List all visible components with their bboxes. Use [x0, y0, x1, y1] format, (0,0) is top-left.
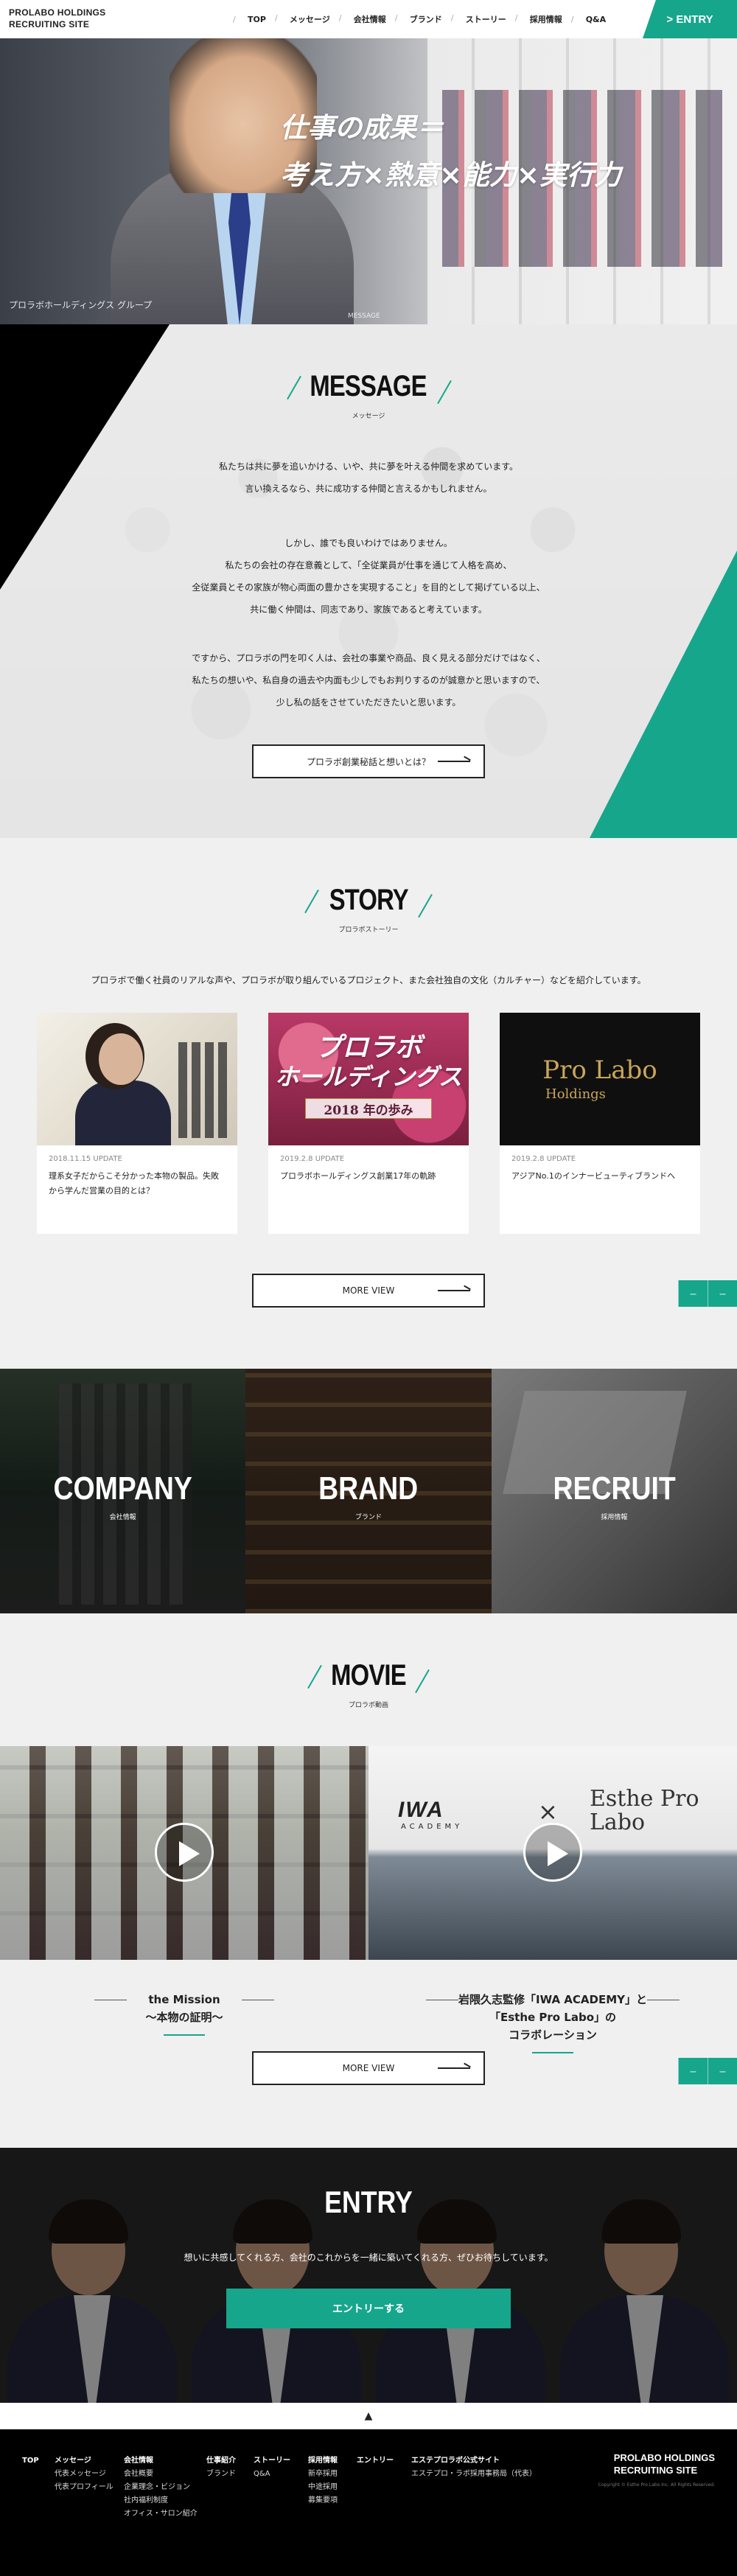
- tile-company[interactable]: COMPANY 会社情報: [0, 1369, 246, 1613]
- message-paragraph-2: しかし、誰でも良いわけではありません。 私たちの会社の存在意義として、「全従業員…: [192, 538, 545, 615]
- side-tab-left-icon[interactable]: ー: [678, 1280, 708, 1307]
- play-icon[interactable]: [155, 1823, 214, 1882]
- footer-col-external: エステプロラボ公式サイト エステプロ・ラボ採用事務局（代表）: [411, 2457, 537, 2478]
- story-card-date: 2018.11.15 UPDATE: [49, 1155, 122, 1163]
- hero-small-label: MESSAGE: [348, 313, 380, 320]
- hero-catch-line2: 考え方×熱意×能力×実行力: [280, 159, 622, 191]
- footer-col-story: ストーリー Q&A: [254, 2457, 290, 2478]
- message-more-button[interactable]: プロラボ創業秘話と想いとは？: [252, 744, 485, 778]
- story-title: STORY: [0, 884, 737, 918]
- side-tab-left-icon[interactable]: ー: [678, 2058, 708, 2084]
- nav-qa[interactable]: Q&A: [571, 15, 618, 24]
- header-entry-button[interactable]: > ENTRY: [643, 0, 737, 38]
- story-card-date: 2019.2.8 UPDATE: [280, 1155, 345, 1163]
- story-section: STORY プロラボストーリー プロラボで働く社員のリアルな声や、プロラボが取り…: [0, 838, 737, 1369]
- site-footer: TOP メッセージ 代表メッセージ 代表プロフィール 会社情報 会社概要 企業理…: [0, 2429, 737, 2576]
- logo-line1: PROLABO HOLDINGS: [9, 7, 106, 18]
- arrow-right-icon: [438, 1290, 470, 1291]
- story-more-button[interactable]: MORE VIEW: [252, 1274, 485, 1308]
- video-thumbnail-mission[interactable]: [0, 1746, 368, 1960]
- hero-catchcopy: 仕事の成果＝ 考え方×熱意×能力×実行力: [280, 105, 621, 199]
- hero-catch-line1: 仕事の成果＝: [280, 112, 444, 144]
- story-card[interactable]: Pro Labo Holdings 2019.2.8 UPDATE アジアNo.…: [500, 1013, 700, 1234]
- hero: 仕事の成果＝ 考え方×熱意×能力×実行力 MESSAGE: [0, 38, 737, 324]
- video-title-iwa-academy[interactable]: 岩隈久志監修「IWA ACADEMY」と 「Esthe Pro Labo」の コ…: [368, 1991, 737, 2044]
- arrow-right-icon: [438, 2067, 470, 2069]
- story-card-title: アジアNo.1のインナービューティブランドへ: [511, 1171, 676, 1181]
- story-card-thumbnail: Pro Labo Holdings: [500, 1013, 700, 1145]
- movie-subtitle: プロラボ動画: [348, 1702, 388, 1709]
- side-floating-tab[interactable]: ー ー: [678, 2058, 737, 2084]
- entry-lead: 想いに共感してくれる方、会社のこれからを一緒に築いてくれる方、ぜひお待ちしていま…: [184, 2252, 553, 2263]
- message-section: MESSAGE メッセージ 私たちは共に夢を追いかける、いや、共に夢を叶える仲間…: [0, 324, 737, 838]
- site-logo[interactable]: PROLABO HOLDINGS RECRUITING SITE: [9, 7, 105, 30]
- nav-story[interactable]: ストーリー: [451, 13, 518, 25]
- copyright: Copyright © Esthe Pro Labo Inc. All Righ…: [598, 2482, 715, 2488]
- category-tiles: COMPANY 会社情報 BRAND ブランド RECRUIT 採用情報: [0, 1369, 737, 1613]
- story-lead: プロラボで働く社員のリアルな声や、プロラボが取り組んでいるプロジェクト、また会社…: [91, 975, 646, 985]
- site-header: PROLABO HOLDINGS RECRUITING SITE TOP メッセ…: [0, 0, 737, 38]
- story-card[interactable]: 2018.11.15 UPDATE 理系女子だからこそ分かった本物の製品。失敗か…: [37, 1013, 237, 1234]
- arrow-right-icon: [438, 761, 470, 762]
- story-card-thumbnail: プロラボ ホールディングス 2018 年の歩み: [268, 1013, 469, 1145]
- page-top-icon[interactable]: ▲: [0, 2403, 737, 2429]
- play-icon[interactable]: [523, 1823, 582, 1882]
- footer-col-recruit: 採用情報 新卒採用 中途採用 募集要項: [308, 2457, 338, 2505]
- tile-recruit[interactable]: RECRUIT 採用情報: [491, 1369, 737, 1613]
- nav-message[interactable]: メッセージ: [275, 13, 342, 25]
- hero-caption: プロラボホールディングス グループ: [9, 300, 153, 310]
- message-paragraph-1: 私たちは共に夢を追いかける、いや、共に夢を叶える仲間を求めています。 言い換える…: [218, 461, 519, 494]
- video-thumbnail-iwa-academy[interactable]: IWA ACADEMY × Esthe Pro Labo: [368, 1746, 737, 1960]
- message-title: MESSAGE: [0, 370, 737, 405]
- story-subtitle: プロラボストーリー: [338, 926, 399, 934]
- entry-cta-button[interactable]: エントリーする: [226, 2289, 511, 2328]
- message-subtitle: メッセージ: [352, 413, 385, 420]
- logo-line2: RECRUITING SITE: [9, 19, 90, 29]
- story-card-title: プロラボホールディングス創業17年の軌跡: [280, 1171, 436, 1181]
- global-nav: TOP メッセージ 会社情報 ブランド ストーリー 採用情報 Q&A: [233, 0, 618, 38]
- movie-more-button[interactable]: MORE VIEW: [252, 2051, 485, 2085]
- footer-col-message: メッセージ 代表メッセージ 代表プロフィール: [55, 2457, 113, 2491]
- nav-top[interactable]: TOP: [233, 15, 278, 24]
- story-card[interactable]: プロラボ ホールディングス 2018 年の歩み 2019.2.8 UPDATE …: [268, 1013, 469, 1234]
- entry-section: ENTRY 想いに共感してくれる方、会社のこれからを一緒に築いてくれる方、ぜひお…: [0, 2148, 737, 2403]
- footer-col-entry: エントリー: [357, 2457, 394, 2465]
- nav-company[interactable]: 会社情報: [339, 13, 398, 25]
- footer-col-work: 仕事紹介 ブランド: [206, 2457, 236, 2478]
- video-title-mission[interactable]: the Mission 〜本物の証明〜: [0, 1991, 368, 2026]
- entry-title: ENTRY: [324, 2185, 413, 2219]
- nav-brand[interactable]: ブランド: [395, 13, 454, 25]
- story-card-title: 理系女子だからこそ分かった本物の製品。失敗から学んだ営業の目的とは？: [49, 1171, 219, 1195]
- nav-recruit[interactable]: 採用情報: [515, 13, 574, 25]
- message-paragraph-3: ですから、プロラボの門を叩く人は、会社の事業や商品、良く見える部分だけではなく、…: [192, 653, 545, 708]
- side-tab-right-icon[interactable]: ー: [708, 1280, 737, 1307]
- story-card-thumbnail: [37, 1013, 237, 1145]
- side-tab-right-icon[interactable]: ー: [708, 2058, 737, 2084]
- footer-col-company: 会社情報 会社概要 企業理念・ビジョン 社内福利制度 オフィス・サロン紹介: [124, 2457, 198, 2518]
- movie-title: MOVIE: [0, 1659, 737, 1694]
- side-floating-tab[interactable]: ー ー: [678, 1280, 737, 1307]
- movie-section: MOVIE プロラボ動画 IWA ACADEMY × Esthe Pro Lab…: [0, 1613, 737, 2148]
- tile-brand[interactable]: BRAND ブランド: [245, 1369, 492, 1613]
- footer-logo[interactable]: PROLABO HOLDINGS RECRUITING SITE: [614, 2451, 715, 2476]
- footer-col-top: TOP: [22, 2457, 39, 2465]
- story-card-date: 2019.2.8 UPDATE: [511, 1155, 576, 1163]
